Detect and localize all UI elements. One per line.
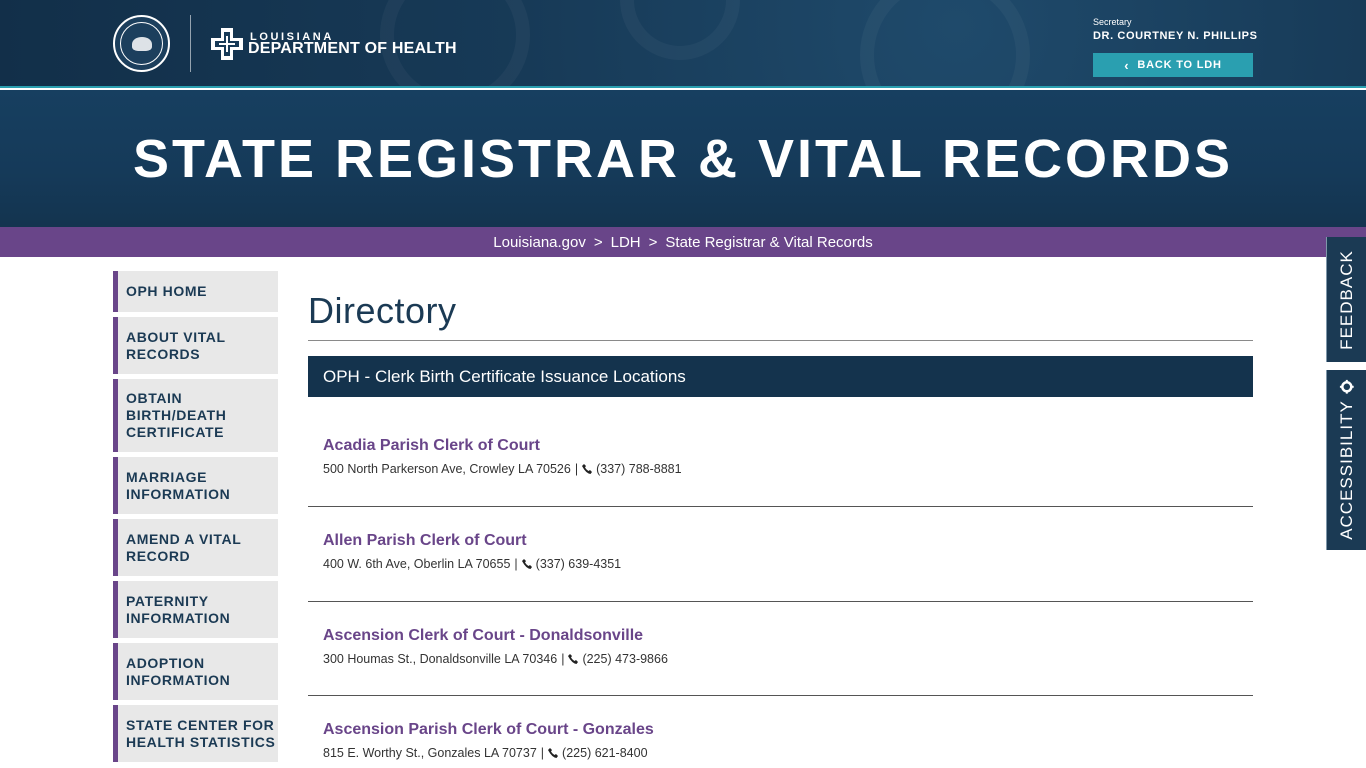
- sidebar-item-paternity-information[interactable]: PATERNITY INFORMATION: [113, 581, 278, 638]
- breadcrumb-item-louisiana[interactable]: Louisiana.gov: [493, 234, 586, 251]
- sidebar-item-label: ADOPTION INFORMATION: [126, 654, 231, 688]
- phone-number[interactable]: (337) 639-4351: [536, 557, 621, 571]
- address-text: 500 North Parkerson Ave, Crowley LA 7052…: [323, 462, 571, 476]
- secretary-name: DR. COURTNEY N. PHILLIPS: [1093, 30, 1258, 42]
- clerk-office-link[interactable]: Ascension Parish Clerk of Court - Gonzal…: [323, 721, 654, 739]
- gear-icon: [1339, 380, 1354, 395]
- address-text: 300 Houmas St., Donaldsonville LA 70346: [323, 652, 558, 666]
- entry-divider: [308, 506, 1253, 507]
- logo-department-text[interactable]: DEPARTMENT OF HEALTH: [248, 40, 457, 58]
- sidebar-item-label: OPH HOME: [126, 283, 208, 299]
- ldh-cross-icon[interactable]: [211, 28, 243, 60]
- feedback-label: FEEDBACK: [1336, 249, 1356, 350]
- clerk-office-link[interactable]: Acadia Parish Clerk of Court: [323, 437, 540, 455]
- accessibility-tab[interactable]: ACCESSIBILITY: [1326, 370, 1366, 550]
- accessibility-label-wrap: ACCESSIBILITY: [1337, 380, 1357, 540]
- phone-icon: [568, 654, 579, 664]
- breadcrumb-separator: >: [593, 233, 603, 251]
- banner-title: STATE REGISTRAR & VITAL RECORDS: [132, 129, 1234, 189]
- feedback-tab[interactable]: FEEDBACK: [1326, 237, 1366, 362]
- phone-number[interactable]: (225) 621-8400: [562, 746, 647, 760]
- sidebar-item-about-vital-records[interactable]: ABOUT VITAL RECORDS: [113, 317, 278, 374]
- entry-divider: [308, 601, 1253, 602]
- breadcrumb-item-current[interactable]: State Registrar & Vital Records: [665, 234, 872, 251]
- sidebar-item-label: AMEND A VITAL RECORD: [126, 530, 242, 564]
- address-text: 815 E. Worthy St., Gonzales LA 70737: [323, 746, 537, 760]
- page-title: Directory: [308, 290, 457, 331]
- phone-icon: [548, 748, 559, 758]
- sidebar-item-adoption-information[interactable]: ADOPTION INFORMATION: [113, 643, 278, 700]
- clerk-address: 815 E. Worthy St., Gonzales LA 70737 | (…: [323, 746, 648, 760]
- breadcrumb-item-ldh[interactable]: LDH: [611, 234, 641, 251]
- clerk-office-link[interactable]: Allen Parish Clerk of Court: [323, 532, 527, 550]
- back-button-label: BACK TO LDH: [1137, 59, 1222, 71]
- sidebar-item-marriage-information[interactable]: MARRIAGE INFORMATION: [113, 457, 278, 514]
- section-header: OPH - Clerk Birth Certificate Issuance L…: [308, 356, 1253, 397]
- sidebar-item-amend-record[interactable]: AMEND A VITAL RECORD: [113, 519, 278, 576]
- header-divider: [190, 15, 191, 72]
- title-divider: [308, 340, 1253, 341]
- entry-divider: [308, 695, 1253, 696]
- sidebar-item-label: MARRIAGE INFORMATION: [126, 468, 231, 502]
- section-title: OPH - Clerk Birth Certificate Issuance L…: [323, 366, 686, 386]
- breadcrumb: Louisiana.gov > LDH > State Registrar & …: [0, 227, 1366, 257]
- sidebar-item-health-statistics[interactable]: STATE CENTER FOR HEALTH STATISTICS: [113, 705, 278, 762]
- sidebar-item-oph-home[interactable]: OPH HOME: [113, 271, 278, 312]
- pipe-separator: |: [561, 652, 565, 666]
- header-decoration: [620, 0, 740, 60]
- site-header: LOUISIANA DEPARTMENT OF HEALTH Secretary…: [0, 0, 1366, 88]
- back-to-ldh-button[interactable]: ‹ BACK TO LDH: [1093, 53, 1253, 77]
- pelican-icon: [131, 36, 152, 51]
- sidebar-item-label: STATE CENTER FOR HEALTH STATISTICS: [126, 716, 276, 750]
- state-seal-logo[interactable]: [113, 15, 170, 72]
- pipe-separator: |: [540, 746, 545, 760]
- pipe-separator: |: [574, 462, 579, 476]
- address-text: 400 W. 6th Ave, Oberlin LA 70655: [323, 557, 511, 571]
- seal-ring: [120, 22, 163, 65]
- sidebar-item-label: PATERNITY INFORMATION: [126, 592, 231, 626]
- chevron-left-icon: ‹: [1124, 57, 1130, 73]
- phone-number[interactable]: (225) 473-9866: [582, 652, 667, 666]
- clerk-address: 400 W. 6th Ave, Oberlin LA 70655 | (337)…: [323, 557, 621, 571]
- breadcrumb-separator: >: [648, 233, 658, 251]
- phone-icon: [582, 464, 593, 474]
- clerk-address: 300 Houmas St., Donaldsonville LA 70346 …: [323, 652, 668, 666]
- sidebar-item-label: ABOUT VITAL RECORDS: [126, 328, 226, 362]
- header-decoration: [860, 0, 1030, 86]
- sidebar-item-obtain-certificate[interactable]: OBTAIN BIRTH/DEATH CERTIFICATE: [113, 379, 278, 452]
- sidebar-item-label: OBTAIN BIRTH/DEATH CERTIFICATE: [126, 390, 227, 440]
- clerk-address: 500 North Parkerson Ave, Crowley LA 7052…: [323, 462, 682, 476]
- phone-number[interactable]: (337) 788-8881: [596, 462, 681, 476]
- accessibility-label: ACCESSIBILITY: [1336, 400, 1356, 540]
- pipe-separator: |: [514, 557, 518, 571]
- secretary-label: Secretary: [1093, 17, 1132, 27]
- phone-icon: [521, 559, 532, 569]
- clerk-office-link[interactable]: Ascension Clerk of Court - Donaldsonvill…: [323, 627, 643, 645]
